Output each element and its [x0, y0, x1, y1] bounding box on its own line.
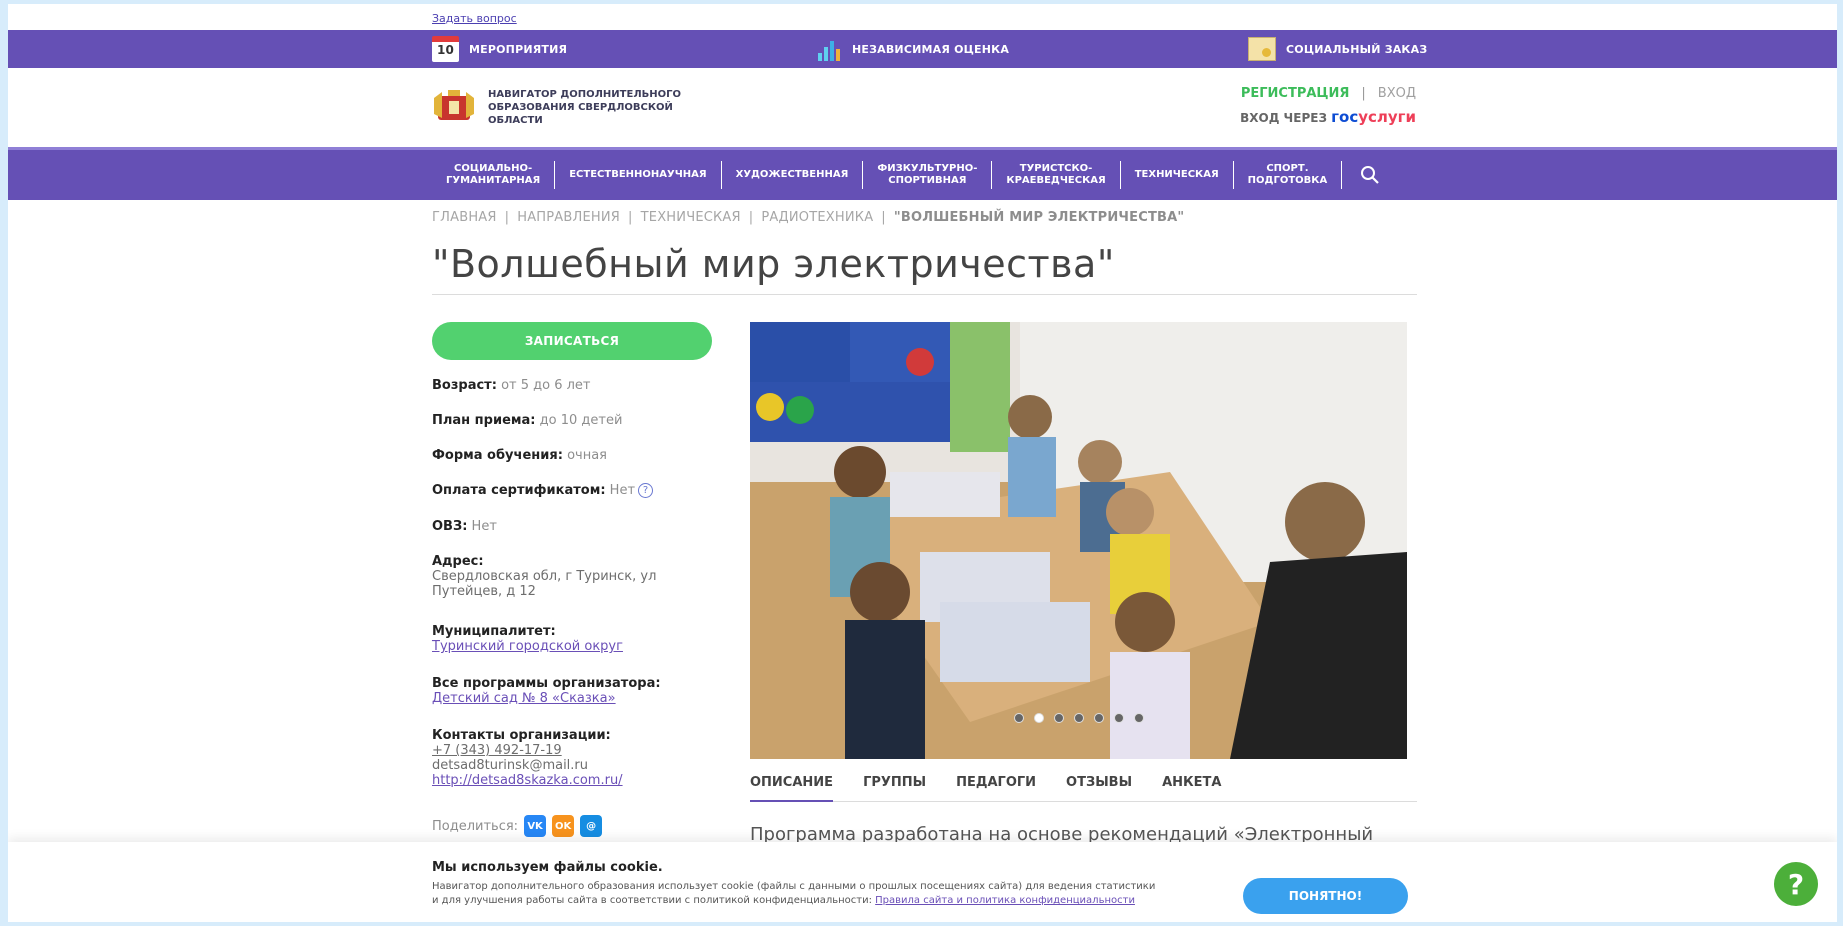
logo-title[interactable]: НАВИГАТОР ДОПОЛНИТЕЛЬНОГО ОБРАЗОВАНИЯ СВ…: [488, 88, 708, 127]
assessment-label: НЕЗАВИСИМАЯ ОЦЕНКА: [852, 42, 1010, 56]
nav-technical[interactable]: ТЕХНИЧЕСКАЯ: [1121, 161, 1234, 189]
vk-icon[interactable]: VK: [524, 815, 547, 837]
cookie-banner: Мы используем файлы cookie. Навигатор до…: [8, 842, 1837, 922]
nav-tourism[interactable]: ТУРИСТСКО- КРАЕВЕДЧЕСКАЯ: [992, 161, 1121, 189]
page-title: "Волшебный мир электричества": [432, 242, 1115, 286]
accept-cookies-button[interactable]: ПОНЯТНО!: [1243, 878, 1408, 914]
share-label: Поделиться:: [432, 818, 519, 834]
ovz-info: ОВЗ: Нет: [432, 519, 497, 534]
gosuslugi-logo: госуслуги: [1331, 108, 1416, 126]
mailru-icon[interactable]: @: [580, 815, 603, 837]
coat-of-arms-logo[interactable]: [432, 88, 476, 124]
website-link[interactable]: http://detsad8skazka.com.ru/: [432, 773, 623, 788]
email-text[interactable]: detsad8turinsk@mail.ru: [432, 758, 588, 773]
cookie-title: Мы используем файлы cookie.: [432, 860, 663, 875]
organizer-programs-link[interactable]: Детский сад № 8 «Сказка»: [432, 691, 616, 706]
gosuslugi-login[interactable]: ВХОД ЧЕРЕЗ госуслуги: [1108, 108, 1416, 126]
breadcrumb-technical[interactable]: ТЕХНИЧЕСКАЯ: [641, 210, 741, 225]
slider-dot[interactable]: [1073, 713, 1084, 723]
events-link[interactable]: 10 МЕРОПРИЯТИЯ: [432, 30, 567, 68]
search-icon[interactable]: [1352, 161, 1388, 189]
breadcrumb-directions[interactable]: НАПРАВЛЕНИЯ: [517, 210, 620, 225]
slider-dot-active[interactable]: [1033, 713, 1044, 723]
directions-nav: СОЦИАЛЬНО- ГУМАНИТАРНАЯ ЕСТЕСТВЕННОНАУЧН…: [8, 147, 1837, 200]
independent-assessment-link[interactable]: НЕЗАВИСИМАЯ ОЦЕНКА: [818, 30, 1009, 68]
chart-icon: [818, 37, 842, 61]
title-divider: [432, 294, 1417, 295]
address-info: Адрес: Свердловская обл, г Туринск, ул П…: [432, 554, 657, 599]
events-label: МЕРОПРИЯТИЯ: [469, 42, 568, 56]
nav-artistic[interactable]: ХУДОЖЕСТВЕННАЯ: [722, 161, 864, 189]
tab-groups[interactable]: ГРУППЫ: [863, 772, 926, 802]
municipality-link[interactable]: Туринский городской округ: [432, 639, 623, 654]
auth-links: РЕГИСТРАЦИЯ | ВХОД: [1108, 86, 1416, 101]
breadcrumb-home[interactable]: ГЛАВНАЯ: [432, 210, 497, 225]
slider-dot[interactable]: [1113, 713, 1124, 723]
nav-sport-training[interactable]: СПОРТ. ПОДГОТОВКА: [1234, 161, 1343, 189]
ask-question-link[interactable]: Задать вопрос: [432, 12, 517, 25]
slider-dot[interactable]: [1093, 713, 1104, 723]
slider-dot[interactable]: [1013, 713, 1024, 723]
nav-sports[interactable]: ФИЗКУЛЬТУРНО- СПОРТИВНАЯ: [863, 161, 993, 189]
certificate-info: Оплата сертификатом: Нет?: [432, 483, 654, 498]
register-link[interactable]: РЕГИСТРАЦИЯ: [1241, 86, 1350, 101]
calendar-icon: 10: [432, 36, 459, 62]
tab-description[interactable]: ОПИСАНИЕ: [750, 772, 834, 802]
browser-page: Задать вопрос 10 МЕРОПРИЯТИЯ НЕЗАВИСИМАЯ…: [8, 4, 1837, 922]
privacy-policy-link[interactable]: Правила сайта и политика конфиденциально…: [875, 895, 1135, 906]
slider-dot[interactable]: [1053, 713, 1064, 723]
program-tabs: ОПИСАНИЕ ГРУППЫ ПЕДАГОГИ ОТЗЫВЫ АНКЕТА: [750, 772, 1417, 802]
share-block: Поделиться: VK OK @: [432, 815, 603, 837]
age-info: Возраст: от 5 до 6 лет: [432, 378, 591, 393]
top-info-bar: 10 МЕРОПРИЯТИЯ НЕЗАВИСИМАЯ ОЦЕНКА СОЦИАЛ…: [8, 30, 1837, 68]
tab-survey[interactable]: АНКЕТА: [1162, 772, 1221, 802]
slider-dots: [750, 713, 1407, 723]
social-order-label: СОЦИАЛЬНЫЙ ЗАКАЗ: [1286, 42, 1428, 56]
enroll-button[interactable]: ЗАПИСАТЬСЯ: [432, 322, 712, 360]
login-link[interactable]: ВХОД: [1378, 86, 1416, 101]
auth-separator: |: [1361, 86, 1366, 101]
cookie-text: Навигатор дополнительного образования ис…: [432, 881, 1156, 906]
breadcrumb-current: "ВОЛШЕБНЫЙ МИР ЭЛЕКТРИЧЕСТВА": [893, 210, 1185, 225]
form-info: Форма обучения: очная: [432, 448, 607, 463]
gosuslugi-prefix: ВХОД ЧЕРЕЗ: [1240, 111, 1327, 125]
breadcrumb-radio[interactable]: РАДИОТЕХНИКА: [761, 210, 873, 225]
tab-reviews[interactable]: ОТЗЫВЫ: [1066, 772, 1132, 802]
classroom-photo: [750, 322, 1407, 759]
contacts-info: Контакты организации: +7 (343) 492-17-19…: [432, 728, 623, 788]
municipality-info: Муниципалитет: Туринский городской округ: [432, 624, 623, 654]
nav-social-humanitarian[interactable]: СОЦИАЛЬНО- ГУМАНИТАРНАЯ: [432, 161, 556, 189]
program-photo-slider[interactable]: [750, 322, 1407, 759]
nav-natural-science[interactable]: ЕСТЕСТВЕННОНАУЧНАЯ: [555, 161, 722, 189]
slider-dot[interactable]: [1133, 713, 1144, 723]
help-question-icon[interactable]: ?: [1774, 862, 1818, 906]
plan-info: План приема: до 10 детей: [432, 413, 623, 428]
document-icon: [1248, 37, 1276, 61]
social-order-link[interactable]: СОЦИАЛЬНЫЙ ЗАКАЗ: [1248, 30, 1427, 68]
phone-link[interactable]: +7 (343) 492-17-19: [432, 743, 562, 758]
odnoklassniki-icon[interactable]: OK: [552, 815, 575, 837]
organizer-programs-info: Все программы организатора: Детский сад …: [432, 676, 661, 706]
tab-teachers[interactable]: ПЕДАГОГИ: [956, 772, 1036, 802]
breadcrumb: ГЛАВНАЯ | НАПРАВЛЕНИЯ | ТЕХНИЧЕСКАЯ | РАДИОТЕХ…: [432, 210, 1185, 225]
question-circle-icon[interactable]: ?: [638, 483, 654, 498]
